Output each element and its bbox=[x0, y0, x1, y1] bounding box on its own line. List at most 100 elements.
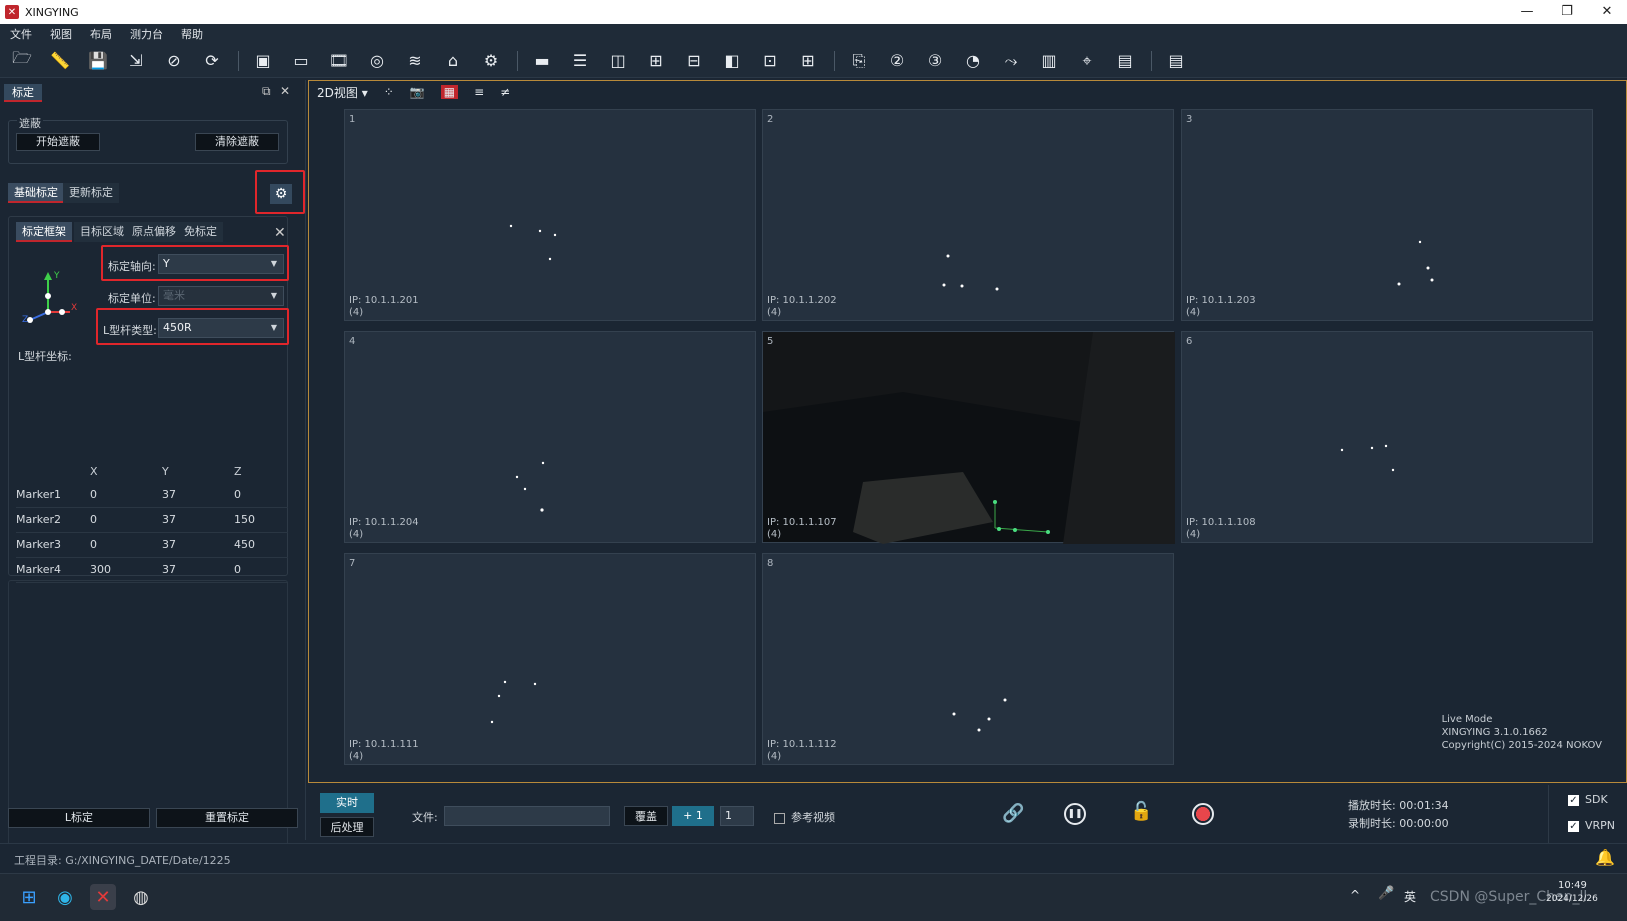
layout-single-icon[interactable]: ▬ bbox=[530, 49, 554, 73]
sdk-checkbox[interactable]: ✓ SDK bbox=[1568, 793, 1608, 806]
subtab-calibration-frame[interactable]: 标定框架 bbox=[16, 222, 72, 242]
save-as-icon[interactable]: ⇲ bbox=[124, 49, 148, 73]
menu-file[interactable]: 文件 bbox=[10, 26, 32, 42]
location-pin-icon[interactable]: ⌖ bbox=[1075, 49, 1099, 73]
view-2d-icon[interactable]: ② bbox=[885, 49, 909, 73]
table-row[interactable]: Marker2 0 37 150 bbox=[16, 507, 288, 533]
increment-button[interactable]: + 1 bbox=[672, 806, 714, 826]
table-cell[interactable]: 37 bbox=[162, 507, 234, 533]
float-window-icon[interactable]: ⧉ bbox=[262, 84, 271, 99]
layout-mixed-icon[interactable]: ⊡ bbox=[758, 49, 782, 73]
layout-rows-icon[interactable]: ☰ bbox=[568, 49, 592, 73]
skeleton-icon[interactable]: ⤳ bbox=[999, 49, 1023, 73]
document-icon[interactable]: ▤ bbox=[1113, 49, 1137, 73]
checkbox-checked[interactable]: ✓ bbox=[1568, 820, 1579, 832]
menu-help[interactable]: 帮助 bbox=[181, 26, 203, 42]
settings-gear-icon[interactable]: ⚙ bbox=[479, 49, 503, 73]
panel-tab-calibration[interactable]: 标定 bbox=[4, 84, 42, 102]
ruler-icon[interactable]: 📏 bbox=[48, 49, 72, 73]
reset-calibration-button[interactable]: 重置标定 bbox=[156, 808, 298, 828]
edge-browser-icon[interactable]: ◉ bbox=[52, 884, 78, 910]
table-row[interactable]: Marker4 300 37 0 bbox=[16, 557, 288, 583]
camera-view-6[interactable]: 6 IP: 10.1.1.108 (4) bbox=[1181, 331, 1593, 543]
table-cell[interactable]: 0 bbox=[234, 557, 288, 583]
table-cell[interactable]: 0 bbox=[90, 482, 162, 508]
table-cell[interactable]: 150 bbox=[234, 507, 288, 533]
take-number-spinbox[interactable]: 1 bbox=[720, 806, 754, 826]
subtab-origin-offset[interactable]: 原点偏移 bbox=[126, 222, 182, 242]
layout-2row-icon[interactable]: ⊟ bbox=[682, 49, 706, 73]
maximize-button[interactable]: ❐ bbox=[1547, 0, 1587, 24]
menu-forceplate[interactable]: 测力台 bbox=[130, 26, 163, 42]
camera-view-5-live[interactable]: 5 IP: 10.1.1.107 (4) bbox=[762, 331, 1175, 544]
camera-record-icon[interactable]: ▣ bbox=[251, 49, 275, 73]
table-row[interactable]: Marker3 0 37 450 bbox=[16, 532, 288, 558]
link-icon[interactable]: 🔗 bbox=[1002, 803, 1024, 824]
table-cell[interactable]: 37 bbox=[162, 482, 234, 508]
subtab-calibration-free[interactable]: 免标定 bbox=[178, 222, 223, 242]
markers-icon[interactable]: ⁘ bbox=[384, 85, 394, 99]
layers-icon[interactable]: ≋ bbox=[403, 49, 427, 73]
ime-indicator[interactable]: 英 bbox=[1404, 888, 1416, 905]
post-process-button[interactable]: 后处理 bbox=[320, 817, 374, 837]
tab-basic-calibration[interactable]: 基础标定 bbox=[8, 183, 64, 203]
notification-bell-icon[interactable]: 🔔 bbox=[1595, 848, 1615, 867]
subtab-target-area[interactable]: 目标区域 bbox=[74, 222, 130, 242]
clear-mask-button[interactable]: 清除遮蔽 bbox=[195, 133, 279, 151]
overwrite-button[interactable]: 覆盖 bbox=[624, 806, 668, 826]
microphone-icon[interactable]: 🎤 bbox=[1378, 886, 1394, 901]
film-icon[interactable]: 🎞 bbox=[327, 49, 351, 73]
windows-start-icon[interactable]: ⊞ bbox=[16, 884, 42, 910]
table-cell[interactable]: 0 bbox=[90, 532, 162, 558]
menu-lines-icon[interactable]: ≡ bbox=[474, 85, 484, 99]
save-icon[interactable]: 💾 bbox=[86, 49, 110, 73]
menu-view[interactable]: 视图 bbox=[50, 26, 72, 42]
minimize-button[interactable]: — bbox=[1507, 0, 1547, 24]
start-mask-button[interactable]: 开始遮蔽 bbox=[16, 133, 100, 151]
speed-gauge-icon[interactable]: ◔ bbox=[961, 49, 985, 73]
table-cell[interactable]: 300 bbox=[90, 557, 162, 583]
camera-view-7[interactable]: 7 IP: 10.1.1.111 (4) bbox=[344, 553, 756, 765]
pause-icon[interactable]: ❚❚ bbox=[1064, 803, 1086, 825]
table-cell[interactable]: 0 bbox=[90, 507, 162, 533]
vrpn-checkbox[interactable]: ✓ VRPN bbox=[1568, 819, 1615, 832]
close-button[interactable]: ✕ bbox=[1587, 0, 1627, 24]
device-icon[interactable]: ▭ bbox=[289, 49, 313, 73]
filter-icon[interactable]: ≠ bbox=[500, 85, 510, 99]
network-icon[interactable]: ⌂ bbox=[441, 49, 465, 73]
view-mode-dropdown[interactable]: 2D视图 ▾ bbox=[317, 84, 368, 101]
open-folder-icon[interactable]: 🗁 bbox=[10, 48, 34, 73]
record-icon[interactable] bbox=[1192, 803, 1214, 825]
menu-layout[interactable]: 布局 bbox=[90, 26, 112, 42]
panel-close-icon[interactable]: ✕ bbox=[280, 84, 290, 98]
rotate-icon[interactable]: ◎ bbox=[365, 49, 389, 73]
layout-quad-icon[interactable]: ⊞ bbox=[796, 49, 820, 73]
camera-view-1[interactable]: 1 IP: 10.1.1.201 (4) bbox=[344, 109, 756, 321]
hide-icon[interactable]: ⊘ bbox=[162, 49, 186, 73]
camera-view-8[interactable]: 8 IP: 10.1.1.112 (4) bbox=[762, 553, 1174, 765]
table-cell[interactable]: 0 bbox=[234, 482, 288, 508]
xingying-taskbar-icon[interactable]: ✕ bbox=[90, 884, 116, 910]
table-cell[interactable]: 450 bbox=[234, 532, 288, 558]
layout-cols-icon[interactable]: ◫ bbox=[606, 49, 630, 73]
view-3d-icon[interactable]: ③ bbox=[923, 49, 947, 73]
layout-split-icon[interactable]: ◧ bbox=[720, 49, 744, 73]
obs-recorder-icon[interactable]: ◍ bbox=[128, 884, 154, 910]
file-input[interactable] bbox=[444, 806, 610, 826]
tab-update-calibration[interactable]: 更新标定 bbox=[63, 183, 119, 203]
table-cell[interactable]: 37 bbox=[162, 557, 234, 583]
ref-video-checkbox[interactable]: 参考视频 bbox=[774, 809, 835, 825]
list-icon[interactable]: ▤ bbox=[1164, 49, 1188, 73]
checkbox-checked[interactable]: ✓ bbox=[1568, 794, 1579, 806]
realtime-button[interactable]: 实时 bbox=[320, 793, 374, 813]
grid-toggle-icon[interactable]: ▦ bbox=[440, 85, 459, 99]
camera-view-4[interactable]: 4 IP: 10.1.1.204 (4) bbox=[344, 331, 756, 543]
l-calibration-button[interactable]: L标定 bbox=[8, 808, 150, 828]
camera-view-3[interactable]: 3 IP: 10.1.1.203 (4) bbox=[1181, 109, 1593, 321]
checkbox-unchecked[interactable] bbox=[774, 812, 785, 824]
table-row[interactable]: Marker1 0 37 0 bbox=[16, 482, 288, 508]
unlock-icon[interactable]: 🔓 bbox=[1130, 801, 1152, 822]
refresh-icon[interactable]: ⟳ bbox=[200, 49, 224, 73]
capture-icon[interactable]: ⎘ bbox=[847, 49, 871, 73]
camera-view-2[interactable]: 2 IP: 10.1.1.202 (4) bbox=[762, 109, 1174, 321]
